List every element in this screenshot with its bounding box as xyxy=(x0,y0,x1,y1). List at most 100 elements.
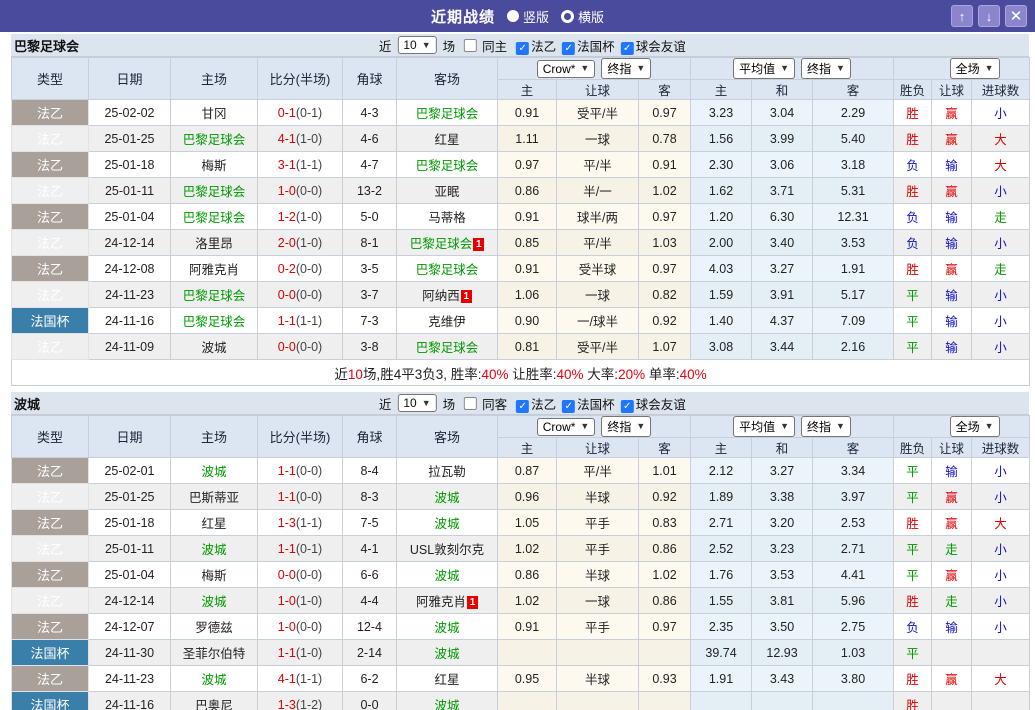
away-odds-cell xyxy=(639,640,691,666)
move-down-button[interactable]: ↓ xyxy=(978,5,1000,27)
close-button[interactable]: ✕ xyxy=(1005,5,1027,27)
league-checkbox[interactable]: ✓ xyxy=(621,42,634,55)
avg-draw-cell: 3.06 xyxy=(752,152,813,178)
handicap-result-cell: 赢 xyxy=(932,178,972,204)
type-cell: 法乙 xyxy=(12,100,89,126)
match-count-select[interactable]: 10 ▼ xyxy=(397,394,436,412)
final-odds-select-1[interactable]: 终指▼ xyxy=(601,58,651,79)
result-cell: 胜 xyxy=(894,510,932,536)
away-odds-cell: 0.97 xyxy=(639,256,691,282)
radio-vertical-layout[interactable]: 竖版 xyxy=(507,7,549,26)
avg-away-cell: 4.41 xyxy=(813,562,894,588)
handicap-cell xyxy=(557,640,639,666)
avg-draw-cell: 3.91 xyxy=(752,282,813,308)
fulltime-score: 1-0 xyxy=(278,594,296,608)
avg-home-cell: 39.74 xyxy=(691,640,752,666)
halftime-score: (0-0) xyxy=(296,464,322,478)
table-row: 法乙24-11-23巴黎足球会0-0(0-0)3-7阿纳西11.06一球0.82… xyxy=(12,282,1030,308)
average-select[interactable]: 平均值▼ xyxy=(733,416,795,437)
home-odds-cell: 0.87 xyxy=(498,458,557,484)
same-venue-label: 同客 xyxy=(482,394,507,413)
home-team-name: 波城 xyxy=(201,543,226,557)
away-odds-cell: 0.83 xyxy=(639,510,691,536)
results-table: 类型 日期 主场 比分(半场) 角球 客场 Crow*▼ 终指▼ 平均值 xyxy=(11,57,1030,386)
recent-results-panel: 近期战绩 竖版 横版 ↑ ↓ ✕ 巴黎足球会 近 10 ▼ xyxy=(0,0,1035,710)
league-checkbox[interactable]: ✓ xyxy=(562,42,575,55)
table-row: 法乙25-01-18梅斯3-1(1-1)4-7巴黎足球会0.97平/半0.912… xyxy=(12,152,1030,178)
league-checkbox[interactable]: ✓ xyxy=(516,42,529,55)
type-cell: 法乙 xyxy=(12,178,89,204)
date-cell: 25-01-11 xyxy=(89,536,171,562)
home-team-cell: 波城 xyxy=(171,588,258,614)
final-odds-select-2[interactable]: 终指▼ xyxy=(801,58,851,79)
fulltime-select[interactable]: 全场▼ xyxy=(950,58,1000,79)
fulltime-score: 1-0 xyxy=(278,184,296,198)
home-team-name: 梅斯 xyxy=(201,569,226,583)
league-checkbox[interactable]: ✓ xyxy=(562,400,575,413)
type-cell: 法乙 xyxy=(12,126,89,152)
away-team-name: 阿纳西 xyxy=(422,289,460,303)
move-up-button[interactable]: ↑ xyxy=(951,5,973,27)
final-odds-select-1[interactable]: 终指▼ xyxy=(601,416,651,437)
sub-col-label: 胜负 xyxy=(894,438,932,458)
red-card-badge: 1 xyxy=(467,596,478,609)
radio-horizontal-layout[interactable]: 横版 xyxy=(561,7,604,26)
type-cell: 法乙 xyxy=(12,614,89,640)
match-count-select[interactable]: 10 ▼ xyxy=(397,36,436,54)
sub-col-label: 进球数 xyxy=(972,80,1030,100)
fulltime-score: 1-1 xyxy=(278,314,296,328)
away-team-name: 巴黎足球会 xyxy=(410,237,473,251)
halftime-score: (0-0) xyxy=(296,288,322,302)
result-cell: 平 xyxy=(894,536,932,562)
summary-text: 40% xyxy=(680,367,707,382)
score-cell: 1-2(1-0) xyxy=(258,204,343,230)
score-cell: 3-1(1-1) xyxy=(258,152,343,178)
summary-text: 40% xyxy=(557,367,584,382)
league-checkbox[interactable]: ✓ xyxy=(621,400,634,413)
home-team-cell: 梅斯 xyxy=(171,152,258,178)
corner-cell: 0-0 xyxy=(343,692,397,710)
type-cell: 法国杯 xyxy=(12,308,89,334)
table-row: 法国杯24-11-16巴奥尼1-3(1-2)0-0波城胜 xyxy=(12,692,1030,710)
bookmaker-select[interactable]: Crow*▼ xyxy=(537,60,596,78)
bookmaker-select[interactable]: Crow*▼ xyxy=(537,418,596,436)
date-cell: 24-11-09 xyxy=(89,334,171,360)
away-team-cell: 巴黎足球会 xyxy=(397,100,498,126)
chevron-down-icon: ▼ xyxy=(780,64,789,73)
type-cell: 法乙 xyxy=(12,562,89,588)
handicap-cell: 受半球 xyxy=(557,256,639,282)
home-odds-cell: 1.11 xyxy=(498,126,557,152)
home-team-name: 巴黎足球会 xyxy=(183,133,246,147)
date-cell: 24-11-16 xyxy=(89,692,171,710)
score-cell: 1-1(0-1) xyxy=(258,536,343,562)
average-select[interactable]: 平均值▼ xyxy=(733,58,795,79)
score-cell: 1-3(1-2) xyxy=(258,692,343,710)
score-cell: 0-0(0-0) xyxy=(258,334,343,360)
handicap-result-cell xyxy=(932,640,972,666)
same-venue-checkbox[interactable]: ✓ xyxy=(464,39,477,52)
fulltime-score: 1-3 xyxy=(278,698,296,710)
avg-home-cell: 1.55 xyxy=(691,588,752,614)
league-checkbox[interactable]: ✓ xyxy=(516,400,529,413)
halftime-score: (0-0) xyxy=(296,490,322,504)
handicap-cell: 一球 xyxy=(557,588,639,614)
result-cell: 胜 xyxy=(894,126,932,152)
home-team-name: 洛里昂 xyxy=(195,237,233,251)
away-team-cell: 巴黎足球会 xyxy=(397,334,498,360)
fulltime-score: 1-1 xyxy=(278,464,296,478)
result-cell: 胜 xyxy=(894,588,932,614)
table-row: 法乙25-02-01波城1-1(0-0)8-4拉瓦勒0.87平/半1.012.1… xyxy=(12,458,1030,484)
avg-home-cell: 1.91 xyxy=(691,666,752,692)
away-team-name: 拉瓦勒 xyxy=(428,465,466,479)
summary-text: 近 xyxy=(334,367,348,382)
same-venue-checkbox[interactable]: ✓ xyxy=(464,397,477,410)
chevron-down-icon: ▼ xyxy=(636,64,645,73)
final-odds-select-2[interactable]: 终指▼ xyxy=(801,416,851,437)
home-team-name: 红星 xyxy=(201,517,226,531)
away-team-cell: 巴黎足球会 xyxy=(397,256,498,282)
home-odds-cell: 0.91 xyxy=(498,256,557,282)
away-odds-cell: 0.78 xyxy=(639,126,691,152)
home-odds-cell: 0.95 xyxy=(498,666,557,692)
fulltime-select[interactable]: 全场▼ xyxy=(950,416,1000,437)
date-cell: 25-01-11 xyxy=(89,178,171,204)
